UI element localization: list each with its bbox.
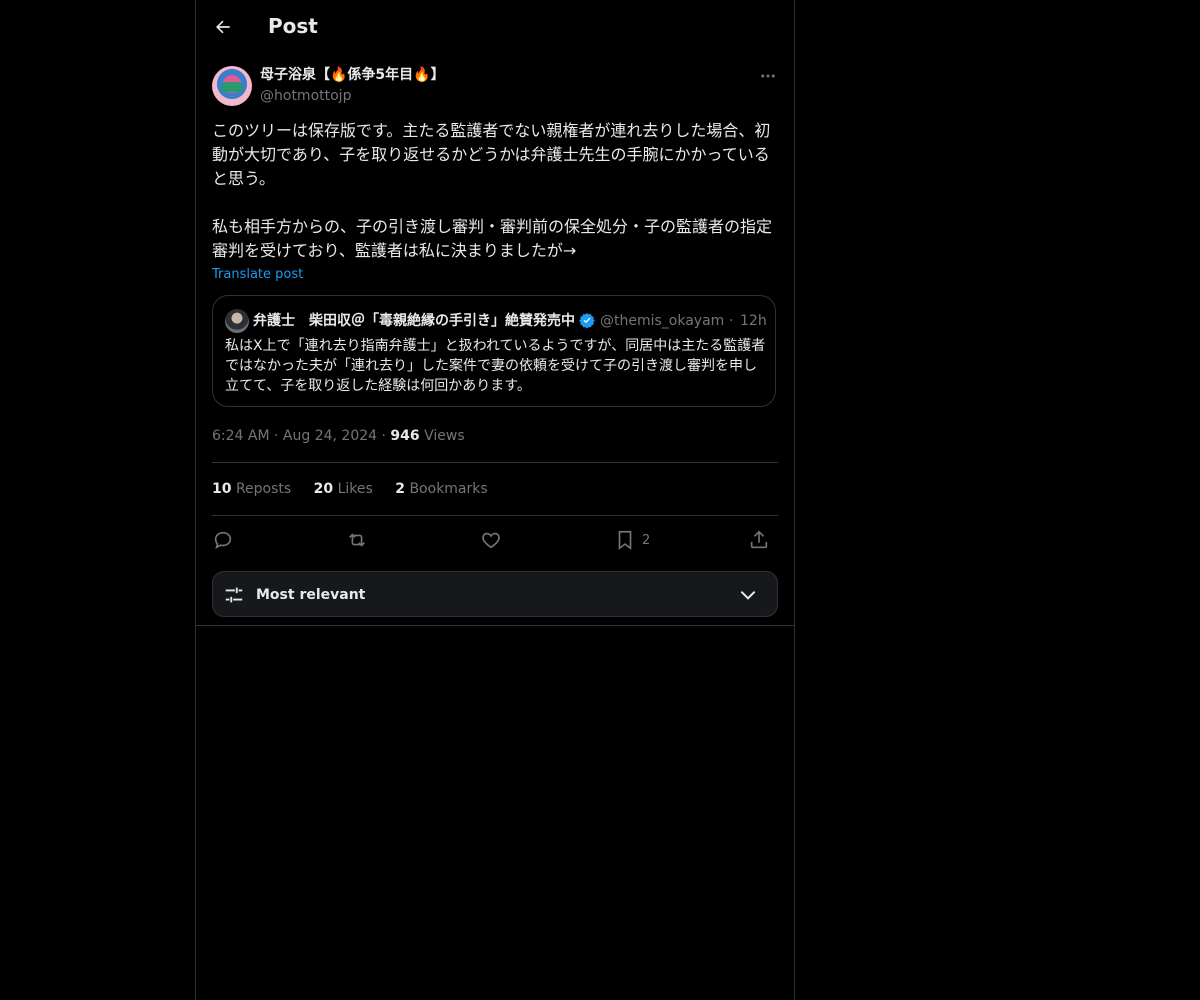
page-header: Post — [196, 0, 794, 53]
quote-time: 12h — [740, 313, 767, 329]
post-text: このツリーは保存版です。主たる監護者でない親権者が連れ去りした場合、初動が大切で… — [212, 121, 773, 260]
page-title: Post — [268, 14, 318, 38]
more-button[interactable] — [758, 66, 778, 86]
reposts-stat[interactable]: 10 Reposts — [212, 479, 291, 499]
quote-avatar — [225, 309, 249, 333]
reply-icon — [214, 531, 232, 549]
repost-button[interactable] — [346, 525, 368, 555]
quote-display-name: 弁護士 柴田収＠「毒親絶縁の手引き」絶賛発売中 — [253, 313, 575, 329]
author-handle[interactable]: @hotmottojp — [260, 86, 351, 106]
more-icon — [761, 74, 775, 78]
post-time[interactable]: 6:24 AM — [212, 428, 270, 444]
sliders-icon — [225, 587, 243, 603]
post-date[interactable]: Aug 24, 2024 — [283, 428, 377, 444]
views-count: 946 — [390, 428, 420, 444]
post-stats: 10 Reposts 20 Likes 2 Bookmarks — [212, 479, 506, 499]
divider — [196, 625, 794, 626]
post-author: 母子浴泉【🔥係争5年目🔥】 @hotmottojp — [212, 64, 778, 108]
meta-separator: · — [381, 428, 386, 444]
share-icon — [750, 530, 768, 549]
translate-post-link[interactable]: Translate post — [212, 266, 303, 284]
sort-label: Most relevant — [256, 587, 366, 603]
verified-badge-icon — [579, 313, 595, 328]
meta-separator: · — [274, 428, 279, 444]
chevron-down-icon — [740, 590, 756, 600]
quote-handle: @themis_okayama — [600, 313, 724, 329]
author-display-name[interactable]: 母子浴泉【🔥係争5年目🔥】 — [260, 65, 445, 85]
avatar[interactable] — [212, 66, 252, 106]
quoted-post[interactable]: 弁護士 柴田収＠「毒親絶縁の手引き」絶賛発売中 @themis_okayama … — [212, 295, 776, 407]
views-label: Views — [424, 428, 465, 444]
divider — [212, 515, 778, 516]
action-bar: 2 — [212, 525, 778, 555]
back-button[interactable] — [208, 12, 238, 42]
repost-icon — [349, 533, 365, 547]
bookmark-count: 2 — [642, 532, 651, 548]
post-meta: 6:24 AM · Aug 24, 2024 · 946 Views — [212, 426, 465, 446]
quote-separator: · — [729, 313, 734, 329]
back-arrow-icon — [216, 20, 230, 34]
likes-stat[interactable]: 20 Likes — [314, 479, 373, 499]
reply-sort-dropdown[interactable]: Most relevant — [212, 571, 778, 617]
like-icon — [482, 532, 500, 549]
quote-text: 私はX上で「連れ去り指南弁護士」と扱われているようですが、同居中は主たる監護者で… — [225, 338, 766, 394]
share-button[interactable] — [748, 525, 770, 555]
main-column: Post 母子浴泉【🔥係争5年目🔥】 @hotmottojp このツリーは保存版… — [195, 0, 795, 1000]
bookmark-button[interactable]: 2 — [614, 525, 650, 555]
bookmark-icon — [618, 530, 632, 550]
like-button[interactable] — [480, 525, 502, 555]
divider — [212, 462, 778, 463]
reply-button[interactable] — [212, 525, 234, 555]
bookmarks-stat[interactable]: 2 Bookmarks — [395, 479, 487, 499]
